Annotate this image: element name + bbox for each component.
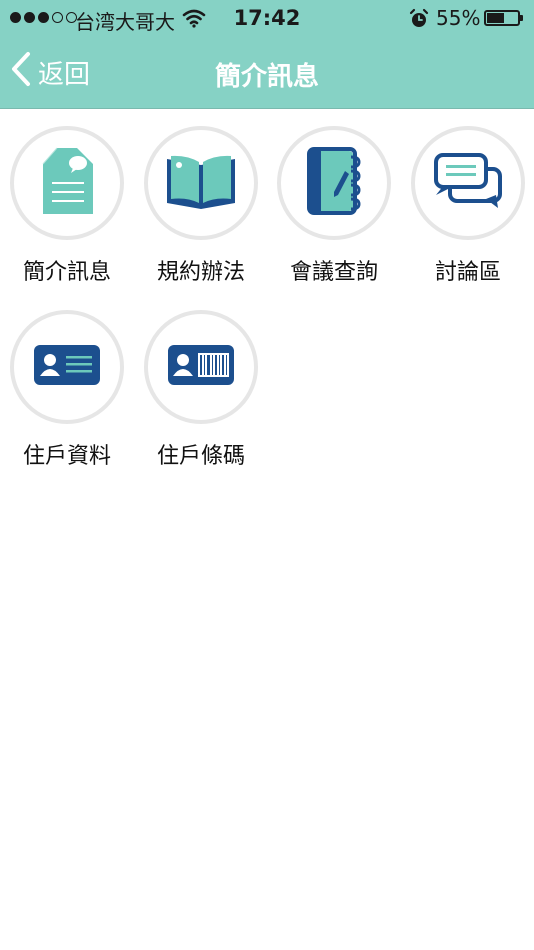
page-title: 簡介訊息 [214, 62, 319, 92]
document-icon [37, 146, 97, 220]
tile-intro[interactable]: 簡介訊息 [0, 108, 134, 288]
navigation-bar: 返回 簡介訊息 [0, 38, 534, 108]
tile-label: 簡介訊息 [22, 260, 111, 285]
icon-circle [10, 310, 124, 424]
tile-resident-info[interactable]: 住戶資料 [0, 292, 134, 472]
tile-label: 規約辦法 [156, 260, 245, 285]
id-card-icon [33, 344, 101, 390]
chat-bubbles-icon [432, 151, 504, 215]
tile-meetings[interactable]: 會議查詢 [267, 108, 401, 288]
icon-circle [277, 126, 391, 240]
status-bar: 台湾大哥大 17:42 55% [0, 0, 534, 38]
alarm-icon [408, 8, 430, 35]
tile-label: 住戶資料 [22, 444, 111, 469]
tile-label: 住戶條碼 [156, 444, 245, 469]
icon-circle [144, 310, 258, 424]
tile-regulations[interactable]: 規約辦法 [134, 108, 268, 288]
icon-circle [144, 126, 258, 240]
tile-forum[interactable]: 討論區 [401, 108, 534, 288]
tile-resident-barcode[interactable]: 住戶條碼 [134, 292, 268, 472]
icon-circle [411, 126, 525, 240]
battery-icon [484, 10, 523, 26]
notebook-icon [301, 145, 367, 221]
icon-circle [10, 126, 124, 240]
tile-label: 討論區 [434, 260, 501, 285]
battery-percent: 55% [436, 6, 481, 30]
barcode-card-icon [167, 344, 235, 390]
open-book-icon [165, 153, 237, 213]
tile-label: 會議查詢 [289, 260, 378, 285]
app-header: 台湾大哥大 17:42 55% 返回 簡介訊息 [0, 0, 534, 109]
